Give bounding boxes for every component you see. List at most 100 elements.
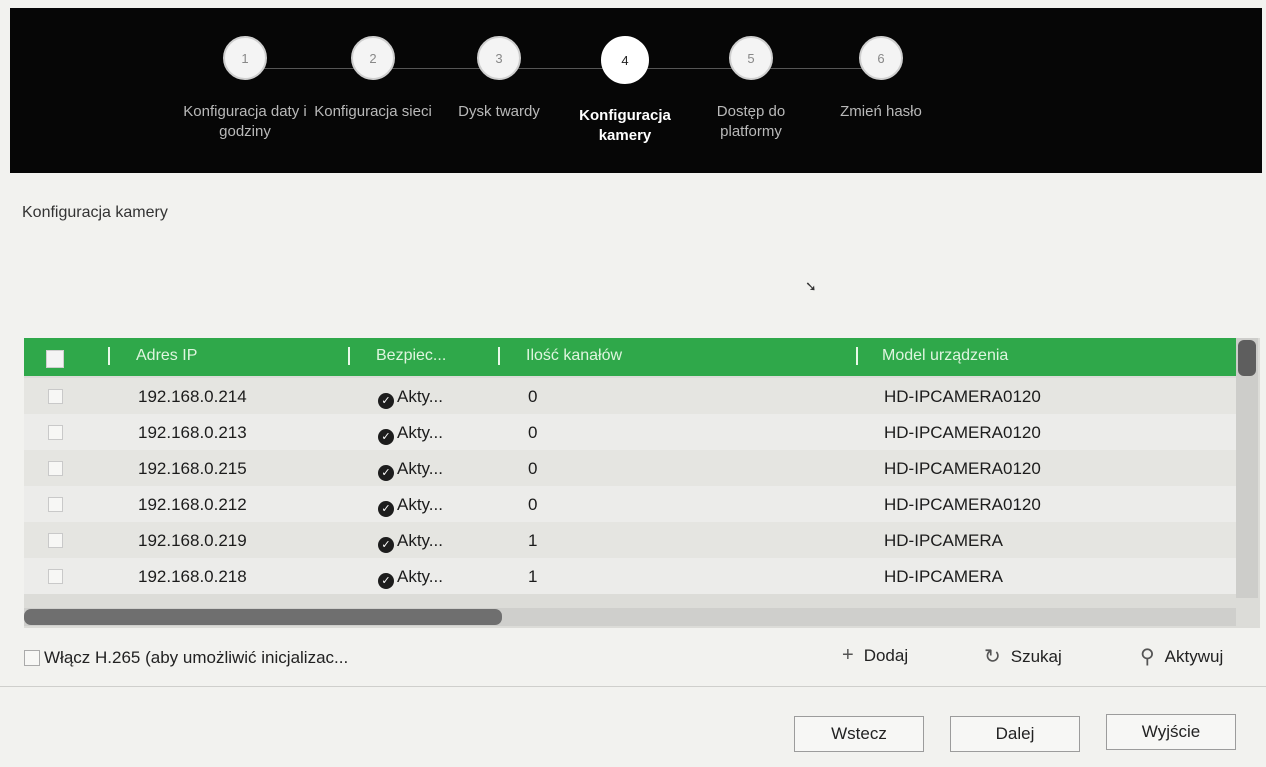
channels-cell: 1 [528,567,538,586]
wizard-step-platform-access[interactable]: 5 Dostęp do platformy [686,36,816,142]
select-all-checkbox[interactable] [46,350,64,368]
add-label: Dodaj [863,645,909,665]
search-button[interactable]: ↻ Szukaj [984,644,1062,669]
row-checkbox[interactable] [48,533,63,548]
next-button[interactable]: Dalej [950,716,1080,752]
model-cell: HD-IPCAMERA0120 [884,459,1041,478]
step-number-circle: 1 [223,36,267,80]
step-label: Dysk twardy [458,103,540,120]
step-label: Konfiguracja daty i godziny [183,103,307,140]
ip-cell: 192.168.0.213 [138,423,247,442]
ip-cell: 192.168.0.214 [138,387,247,406]
table-header: Adres IP Bezpiec... Ilość kanałów Model … [24,338,1236,376]
model-cell: HD-IPCAMERA0120 [884,495,1041,514]
table-row[interactable]: 192.168.0.215 ✓ Akty... 0 HD-IPCAMERA0120 [24,450,1236,486]
security-cell: ✓ Akty... [378,495,443,517]
step-label: Konfiguracja kamery [579,107,671,144]
security-cell: ✓ Akty... [378,531,443,553]
step-label: Dostęp do platformy [716,103,786,140]
security-status-text: Akty... [397,495,443,514]
step-number-circle: 3 [477,36,521,80]
step-number-circle: 5 [729,36,773,80]
check-circle-icon: ✓ [378,501,394,517]
model-cell: HD-IPCAMERA [884,531,1004,550]
security-status-text: Akty... [397,387,443,406]
horizontal-scrollbar[interactable] [24,608,1236,626]
row-checkbox[interactable] [48,389,63,404]
channels-cell: 0 [528,423,538,442]
security-cell: ✓ Akty... [378,567,443,589]
column-header-security[interactable]: Bezpiec... [376,347,446,365]
wizard-step-camera[interactable]: 4 Konfiguracja kamery [560,36,690,146]
column-header-channels[interactable]: Ilość kanałów [526,347,622,365]
activate-label: Aktywuj [1164,646,1224,666]
wizard-step-hdd[interactable]: 3 Dysk twardy [434,36,564,122]
activate-button[interactable]: ⚲ Aktywuj [1140,644,1223,669]
wizard-step-network[interactable]: 2 Konfiguracja sieci [308,36,438,122]
search-icon: ⚲ [1140,646,1155,668]
model-cell: HD-IPCAMERA0120 [884,387,1041,406]
step-number-circle: 2 [351,36,395,80]
column-header-model[interactable]: Model urządzenia [882,347,1008,365]
security-status-text: Akty... [397,531,443,550]
h265-checkbox[interactable] [24,650,40,666]
step-number-circle: 4 [601,36,649,84]
mouse-cursor-icon: ➘ [805,278,817,294]
wizard-step-date-time[interactable]: 1 Konfiguracja daty i godziny [180,36,310,142]
check-circle-icon: ✓ [378,537,394,553]
step-label: Zmień hasło [840,103,922,120]
model-cell: HD-IPCAMERA [884,567,1004,586]
vertical-scrollbar[interactable] [1236,338,1258,598]
table-row[interactable]: 192.168.0.214 ✓ Akty... 0 HD-IPCAMERA0120 [24,378,1236,414]
step-number-circle: 6 [859,36,903,80]
security-status-text: Akty... [397,423,443,442]
table-row[interactable]: 192.168.0.218 ✓ Akty... 1 HD-IPCAMERA [24,558,1236,594]
exit-button[interactable]: Wyjście [1106,714,1236,750]
security-cell: ✓ Akty... [378,387,443,409]
row-checkbox[interactable] [48,461,63,476]
table-row[interactable]: 192.168.0.213 ✓ Akty... 0 HD-IPCAMERA0120 [24,414,1236,450]
security-cell: ✓ Akty... [378,423,443,445]
table-row[interactable]: 192.168.0.219 ✓ Akty... 1 HD-IPCAMERA [24,522,1236,558]
ip-cell: 192.168.0.219 [138,531,247,550]
horizontal-scrollbar-thumb[interactable] [24,609,502,625]
channels-cell: 0 [528,387,538,406]
table-row[interactable]: 192.168.0.212 ✓ Akty... 0 HD-IPCAMERA0120 [24,486,1236,522]
plus-icon: + [842,644,854,666]
channels-cell: 1 [528,531,538,550]
search-label: Szukaj [1010,646,1062,666]
column-separator [498,347,500,365]
model-cell: HD-IPCAMERA0120 [884,423,1041,442]
column-header-ip[interactable]: Adres IP [136,347,197,365]
h265-option[interactable]: Włącz H.265 (aby umożliwić inicjalizac..… [24,648,348,668]
vertical-scrollbar-thumb[interactable] [1238,340,1256,376]
check-circle-icon: ✓ [378,573,394,589]
divider [0,686,1266,687]
row-checkbox[interactable] [48,497,63,512]
channels-cell: 0 [528,459,538,478]
row-checkbox[interactable] [48,569,63,584]
camera-table: Adres IP Bezpiec... Ilość kanałów Model … [24,338,1260,628]
ip-cell: 192.168.0.212 [138,495,247,514]
setup-wizard-bar: 1 Konfiguracja daty i godziny 2 Konfigur… [10,8,1262,173]
channels-cell: 0 [528,495,538,514]
ip-cell: 192.168.0.218 [138,567,247,586]
check-circle-icon: ✓ [378,393,394,409]
add-button[interactable]: + Dodaj [842,644,908,667]
column-separator [348,347,350,365]
page-title: Konfiguracja kamery [22,204,168,221]
ip-cell: 192.168.0.215 [138,459,247,478]
security-cell: ✓ Akty... [378,459,443,481]
security-status-text: Akty... [397,459,443,478]
back-button[interactable]: Wstecz [794,716,924,752]
security-status-text: Akty... [397,567,443,586]
row-checkbox[interactable] [48,425,63,440]
step-label: Konfiguracja sieci [314,103,432,120]
column-separator [108,347,110,365]
column-separator [856,347,858,365]
h265-label: Włącz H.265 (aby umożliwić inicjalizac..… [44,648,349,667]
check-circle-icon: ✓ [378,429,394,445]
wizard-step-change-password[interactable]: 6 Zmień hasło [816,36,946,122]
check-circle-icon: ✓ [378,465,394,481]
refresh-icon: ↻ [984,646,1001,668]
